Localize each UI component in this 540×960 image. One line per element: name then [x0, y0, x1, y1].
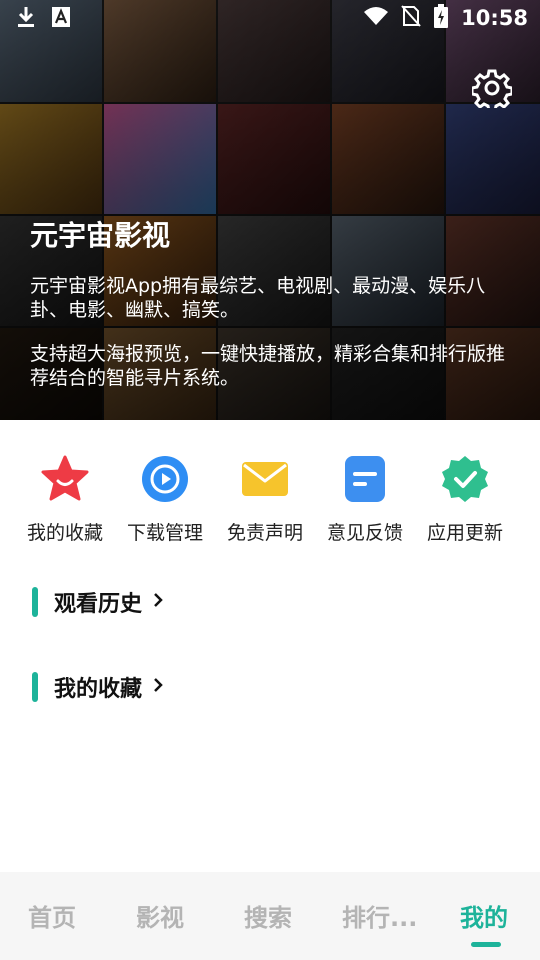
action-label: 意见反馈	[326, 522, 403, 544]
action-label: 下载管理	[126, 522, 203, 544]
settings-button[interactable]	[470, 68, 514, 113]
quick-actions: 我的收藏 下载管理 免责声明 意见反馈 应用更新	[0, 448, 540, 558]
tab-mine[interactable]: 我的	[460, 898, 508, 933]
feedback-action[interactable]: 意见反馈	[315, 448, 415, 558]
action-label: 免责声明	[226, 522, 303, 544]
status-time: 10:58	[461, 6, 528, 30]
app-update-action[interactable]: 应用更新	[415, 448, 515, 558]
section-accent-bar	[32, 672, 38, 702]
wifi-icon	[363, 6, 389, 30]
battery-charging-icon	[433, 4, 449, 32]
favorites-action[interactable]: 我的收藏	[15, 448, 115, 558]
tab-movies[interactable]: 影视	[136, 898, 184, 933]
a-icon	[52, 7, 70, 31]
app-description: 元宇宙影视App拥有最综艺、电视剧、最动漫、娱乐八卦、电影、幽默、搞笑。	[30, 275, 486, 321]
gear-icon	[470, 69, 514, 113]
disclaimer-action[interactable]: 免责声明	[215, 448, 315, 558]
document-icon	[315, 454, 415, 504]
badge-check-icon	[415, 454, 515, 504]
no-sim-icon	[401, 5, 421, 31]
tab-search[interactable]: 搜索	[244, 898, 292, 933]
envelope-icon	[215, 454, 315, 504]
favorites-section[interactable]: 我的收藏	[32, 670, 164, 704]
play-circle-icon	[115, 454, 215, 504]
bottom-navigation: 首页 影视 搜索 排行... 我的	[0, 872, 540, 960]
download-manager-action[interactable]: 下载管理	[115, 448, 215, 558]
section-title: 我的收藏	[54, 677, 143, 702]
section-title: 观看历史	[54, 592, 143, 617]
chevron-right-icon	[152, 591, 164, 613]
active-tab-indicator	[471, 942, 501, 947]
watch-history-section[interactable]: 观看历史	[32, 585, 164, 619]
section-accent-bar	[32, 587, 38, 617]
app-feature-description: 支持超大海报预览，一键快捷播放，精彩合集和排行版推荐结合的智能寻片系统。	[30, 343, 506, 389]
app-title: 元宇宙影视	[30, 219, 171, 252]
status-bar: 10:58	[0, 0, 540, 36]
chevron-right-icon	[152, 676, 164, 698]
tab-ranking[interactable]: 排行...	[342, 898, 417, 933]
tab-home[interactable]: 首页	[28, 898, 76, 933]
action-label: 应用更新	[426, 522, 503, 544]
hero-banner: 10:58 元宇宙影视 元宇宙影视App拥有最综艺、电视剧、最动漫、娱乐八卦、电…	[0, 0, 540, 420]
download-icon	[16, 6, 36, 32]
star-icon	[15, 454, 115, 504]
action-label: 我的收藏	[26, 522, 103, 544]
